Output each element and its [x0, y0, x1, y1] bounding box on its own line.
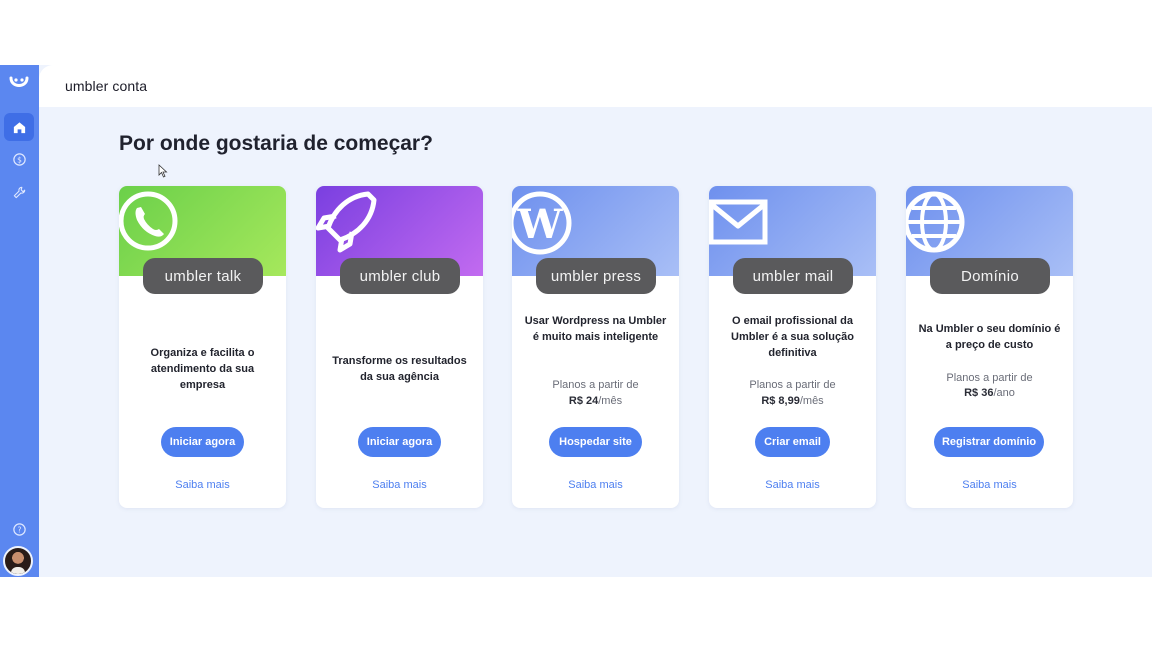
- dollar-coin-icon: $: [12, 152, 26, 166]
- wrench-icon: [13, 186, 25, 198]
- svg-text:?: ?: [17, 525, 21, 534]
- price-unit: /ano: [993, 387, 1015, 399]
- page-title: Por onde gostaria de começar?: [119, 132, 433, 155]
- wordpress-icon: W: [512, 191, 572, 255]
- price-label: Planos a partir de: [946, 372, 1033, 384]
- learn-more-link[interactable]: Saiba mais: [906, 479, 1073, 491]
- price-value: R$ 36: [964, 387, 994, 399]
- home-icon: [13, 121, 25, 133]
- learn-more-link[interactable]: Saiba mais: [119, 479, 286, 491]
- brand-title: umbler conta: [65, 78, 148, 94]
- product-name-pill: umbler talk: [143, 258, 263, 294]
- envelope-icon: [709, 199, 768, 245]
- sidebar: $ ?: [0, 65, 39, 577]
- top-bar: umbler conta: [39, 65, 1152, 107]
- product-card-talk: umbler talk Organiza e facilita o atendi…: [119, 186, 286, 508]
- svg-text:W: W: [517, 201, 564, 248]
- price: R$ 8,99/mês: [709, 395, 876, 407]
- card-description: Organiza e facilita o atendimento da sua…: [150, 347, 255, 391]
- rocket-icon: [316, 191, 377, 253]
- product-card-mail: umbler mail O email profissional da Umbl…: [709, 186, 876, 508]
- help-circle-icon: ?: [12, 522, 26, 536]
- price-value: R$ 24: [568, 395, 599, 407]
- price-value: R$ 8,99: [761, 395, 800, 407]
- sidebar-item-billing[interactable]: $: [4, 145, 34, 173]
- app-frame: $ ? umbler conta Por onde gostaria de co…: [0, 65, 1152, 577]
- start-now-button[interactable]: Iniciar agora: [358, 427, 441, 457]
- sidebar-item-home[interactable]: [4, 113, 34, 141]
- learn-more-link[interactable]: Saiba mais: [512, 479, 679, 491]
- whatsapp-icon: [119, 191, 178, 251]
- price: R$ 24/mês: [512, 395, 679, 407]
- start-now-button[interactable]: Iniciar agora: [161, 427, 244, 457]
- host-site-button[interactable]: Hospedar site: [549, 427, 642, 457]
- card-description: Usar Wordpress na Umbler é muito mais in…: [524, 315, 667, 343]
- card-description: Transforme os resultados da sua agência: [332, 355, 467, 383]
- learn-more-link[interactable]: Saiba mais: [316, 479, 483, 491]
- price-label: Planos a partir de: [552, 379, 639, 391]
- learn-more-link[interactable]: Saiba mais: [709, 479, 876, 491]
- user-avatar[interactable]: [3, 546, 33, 576]
- price-unit: /mês: [799, 395, 824, 407]
- sidebar-item-tools[interactable]: [4, 178, 34, 206]
- product-card-press: W umbler press Usar Wordpress na Umbler …: [512, 186, 679, 508]
- svg-text:$: $: [17, 155, 22, 164]
- product-name-pill: Domínio: [930, 258, 1050, 294]
- card-description: O email profissional da Umbler é a sua s…: [731, 315, 854, 359]
- price-label: Planos a partir de: [749, 379, 836, 391]
- product-name-pill: umbler press: [536, 258, 656, 294]
- price-unit: /mês: [598, 395, 623, 407]
- product-card-domain: Domínio Na Umbler o seu domínio é a preç…: [906, 186, 1073, 508]
- product-card-club: umbler club Transforme os resultados da …: [316, 186, 483, 508]
- create-email-button[interactable]: Criar email: [755, 427, 830, 457]
- product-name-pill: umbler club: [340, 258, 460, 294]
- sidebar-item-help[interactable]: ?: [4, 515, 34, 543]
- umbler-logo[interactable]: [7, 72, 31, 96]
- register-domain-button[interactable]: Registrar domínio: [934, 427, 1044, 457]
- globe-icon: [906, 191, 965, 253]
- price: R$ 36/ano: [906, 387, 1073, 399]
- card-description: Na Umbler o seu domínio é a preço de cus…: [918, 323, 1061, 351]
- product-name-pill: umbler mail: [733, 258, 853, 294]
- mouse-cursor-icon: [158, 164, 168, 178]
